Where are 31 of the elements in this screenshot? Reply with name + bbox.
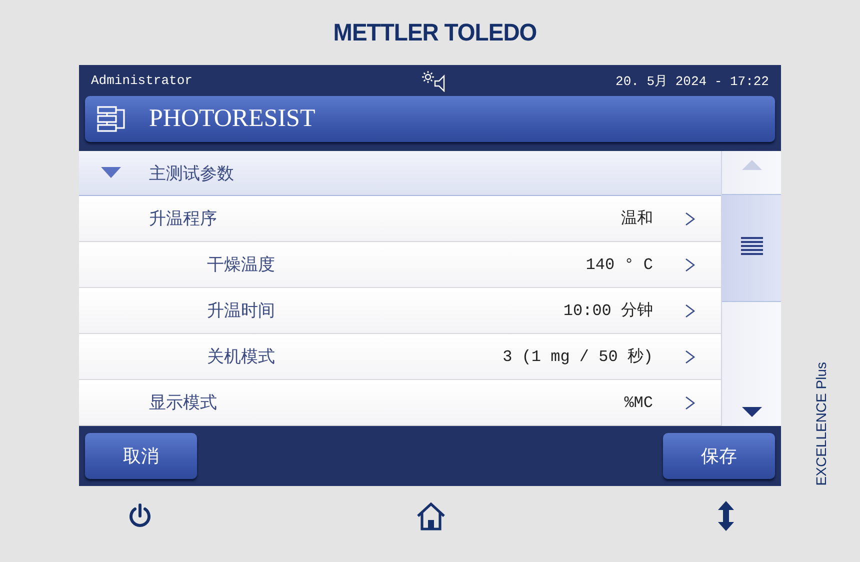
method-title: PHOTORESIST [149,105,316,133]
chevron-right-icon [685,396,695,410]
chevron-right-icon [685,258,695,272]
parameter-value: 温和 [621,208,653,229]
parameter-label: 升温时间 [206,300,276,322]
parameter-label: 干燥温度 [206,254,276,276]
collapse-icon [101,167,121,179]
parameter-label: 显示模式 [148,392,218,414]
scroll-down-icon[interactable] [742,407,762,417]
parameter-value: 3 (1 mg / 50 秒) [502,347,653,367]
parameter-label: 关机模式 [206,346,276,368]
cancel-button[interactable]: 取消 [85,433,197,479]
parameter-value: 140 ° C [586,256,653,274]
chevron-right-icon [685,304,695,318]
grip-icon [740,237,762,257]
scroll-thumb[interactable] [722,194,781,302]
parameter-label: 升温程序 [148,208,218,230]
method-icon [97,105,127,133]
section-header[interactable]: 主测试参数 [79,151,721,196]
parameter-value: 10:00 分钟 [563,301,653,321]
home-icon[interactable] [416,501,446,531]
product-name: EXCELLENCE Plus [812,362,828,486]
chevron-right-icon [685,212,695,226]
chevron-right-icon [685,350,695,364]
parameter-value: %MC [624,394,653,412]
up-down-arrow-icon[interactable] [717,501,735,531]
user-name: Administrator [91,73,192,88]
date-time: 20. 5月 2024 - 17:22 [616,72,769,90]
save-button[interactable]: 保存 [663,433,775,479]
brand-logo: METTLER TOLEDO [332,18,537,47]
power-icon[interactable] [127,503,153,529]
